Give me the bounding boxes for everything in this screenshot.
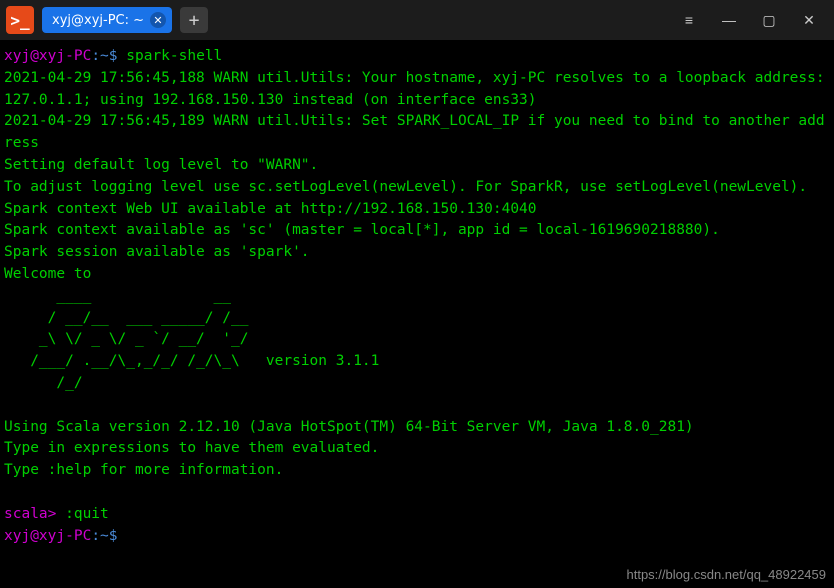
spark-ascii-art: / __/__ ___ _____/ /__ (4, 310, 248, 326)
spark-ascii-art: /_/ (4, 375, 83, 391)
command-spark-shell: spark-shell (126, 48, 222, 64)
minimize-icon[interactable]: — (720, 11, 738, 29)
output-line: Welcome to (4, 266, 91, 282)
prompt-dollar: $ (109, 48, 126, 64)
new-tab-button[interactable]: + (180, 7, 208, 33)
spark-ascii-art: _\ \/ _ \/ _ `/ __/ '_/ (4, 331, 248, 347)
tab-active[interactable]: xyj@xyj-PC: ~ ✕ (42, 7, 172, 33)
window-controls: ≡ — ▢ ✕ (680, 11, 828, 29)
command-quit: :quit (65, 506, 109, 522)
prompt-colon: : (91, 48, 100, 64)
output-line: Using Scala version 2.12.10 (Java HotSpo… (4, 419, 694, 435)
close-tab-icon[interactable]: ✕ (150, 12, 166, 28)
output-line: To adjust logging level use sc.setLogLev… (4, 179, 807, 195)
output-line: Spark context available as 'sc' (master … (4, 222, 720, 238)
prompt-path: ~ (100, 48, 109, 64)
spark-ascii-art: /___/ .__/\_,_/_/ /_/\_\ version 3.1.1 (4, 353, 379, 369)
terminal-app-icon: >_ (6, 6, 34, 34)
scala-prompt: scala> (4, 506, 65, 522)
spark-ascii-art: ____ __ (4, 288, 231, 304)
watermark: https://blog.csdn.net/qq_48922459 (627, 567, 827, 582)
output-line: 2021-04-29 17:56:45,188 WARN util.Utils:… (4, 70, 833, 108)
prompt-colon: : (91, 528, 100, 544)
close-window-icon[interactable]: ✕ (800, 11, 818, 29)
maximize-icon[interactable]: ▢ (760, 11, 778, 29)
prompt-user: xyj@xyj-PC (4, 48, 91, 64)
prompt-dollar: $ (109, 528, 126, 544)
titlebar: >_ xyj@xyj-PC: ~ ✕ + ≡ — ▢ ✕ (0, 0, 834, 40)
menu-icon[interactable]: ≡ (680, 11, 698, 29)
prompt-user: xyj@xyj-PC (4, 528, 91, 544)
terminal-output[interactable]: xyj@xyj-PC:~$ spark-shell 2021-04-29 17:… (0, 40, 834, 553)
output-line: Type in expressions to have them evaluat… (4, 440, 379, 456)
output-line: Setting default log level to "WARN". (4, 157, 318, 173)
output-line: Spark session available as 'spark'. (4, 244, 310, 260)
output-line: 2021-04-29 17:56:45,189 WARN util.Utils:… (4, 113, 825, 151)
output-line: Type :help for more information. (4, 462, 283, 478)
prompt-path: ~ (100, 528, 109, 544)
tab-title: xyj@xyj-PC: ~ (52, 13, 144, 28)
output-line: Spark context Web UI available at http:/… (4, 201, 537, 217)
